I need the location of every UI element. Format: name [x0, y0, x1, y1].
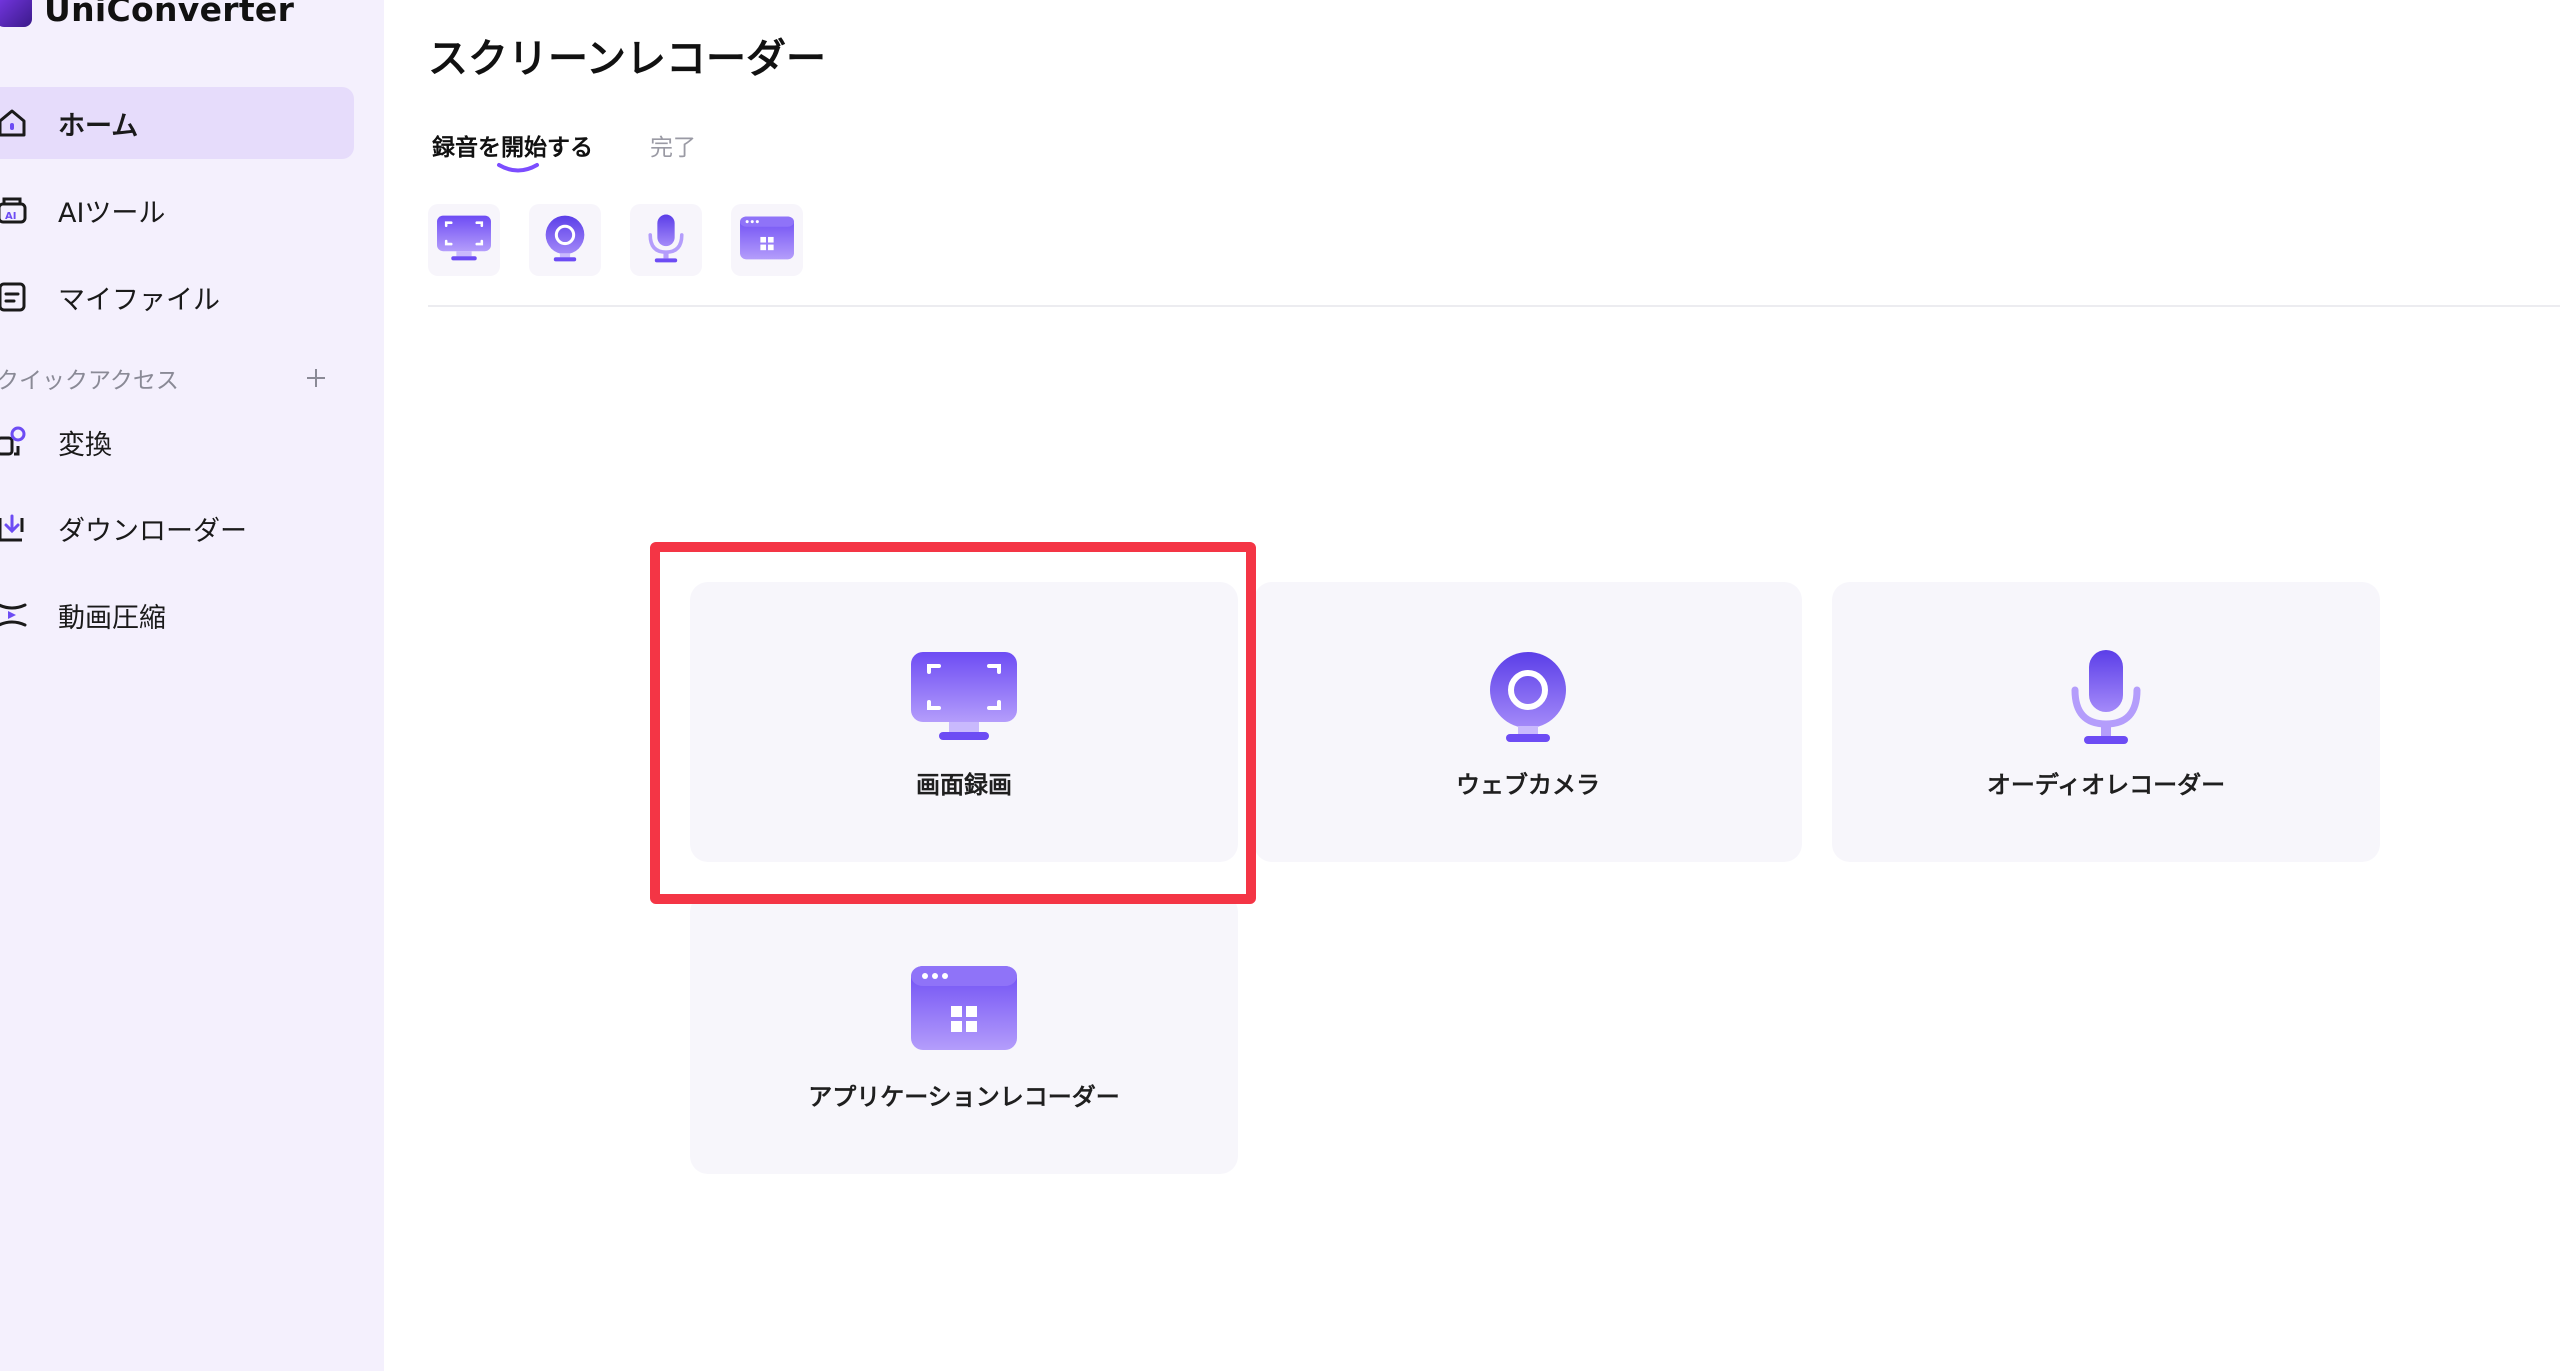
webcam-icon [1490, 652, 1566, 742]
webcam-card[interactable]: ウェブカメラ [1254, 582, 1802, 862]
app-window-icon [740, 216, 794, 260]
page-title: スクリーンレコーダー [428, 36, 826, 82]
audio-recorder-card[interactable]: オーディオレコーダー [1832, 582, 2380, 862]
app-logo-icon [0, 0, 32, 27]
sidebar-item-compress[interactable]: 動画圧縮 [0, 579, 354, 651]
card-label: アプリケーションレコーダー [808, 1083, 1120, 1111]
tab-start-recording[interactable]: 録音を開始する [432, 128, 593, 162]
webcam-icon [545, 215, 585, 262]
ai-tools-icon: AI [0, 197, 27, 224]
screen-record-icon [911, 652, 1017, 740]
app-recorder-card[interactable]: アプリケーションレコーダー [690, 894, 1238, 1174]
audio-recorder-shortcut-button[interactable] [630, 204, 702, 276]
app-window-icon [911, 966, 1017, 1050]
webcam-shortcut-button[interactable] [529, 204, 601, 276]
screen-record-shortcut-button[interactable] [428, 204, 500, 276]
downloader-icon [0, 514, 24, 542]
sidebar-item-label: AIツール [58, 197, 166, 229]
brand: UniConverter [0, 0, 294, 34]
quick-access-label: クイックアクセス [0, 368, 179, 394]
my-files-icon [0, 282, 26, 312]
main-content: スクリーンレコーダー 録音を開始する 完了 画面録画 ウェブカメラ オーディオレ… [384, 0, 2560, 1371]
active-tab-indicator [497, 163, 539, 173]
card-label: 画面録画 [916, 771, 1012, 799]
screen-record-icon [437, 215, 491, 261]
tab-completed[interactable]: 完了 [650, 128, 696, 162]
sidebar-item-my-files[interactable]: マイファイル [0, 261, 354, 333]
microphone-icon [2071, 650, 2141, 744]
toolbar-divider [428, 305, 2560, 307]
sidebar-item-home[interactable]: ホーム [0, 87, 354, 159]
sidebar-item-label: 変換 [58, 429, 112, 461]
app-window: UniConverter ホーム AI AIツール マイファイル クイックアクセ… [0, 0, 2560, 1371]
sidebar-item-label: マイファイル [58, 284, 220, 316]
sidebar-item-label: ダウンローダー [58, 515, 247, 547]
sidebar-item-ai-tools[interactable]: AI AIツール [0, 174, 354, 246]
quick-access-header: クイックアクセス [0, 358, 340, 398]
home-icon [0, 109, 26, 137]
convert-icon [0, 426, 26, 456]
card-label: オーディオレコーダー [1986, 771, 2226, 799]
card-label: ウェブカメラ [1456, 771, 1600, 799]
sidebar-item-label: 動画圧縮 [58, 602, 166, 634]
microphone-icon [648, 214, 684, 263]
sidebar-item-downloader[interactable]: ダウンローダー [0, 492, 354, 564]
sidebar-item-label: ホーム [58, 110, 139, 142]
sidebar-item-convert[interactable]: 変換 [0, 406, 354, 478]
compress-icon [0, 603, 27, 627]
svg-text:AI: AI [5, 211, 16, 222]
app-name: UniConverter [44, 0, 295, 29]
screen-record-card[interactable]: 画面録画 [690, 582, 1238, 862]
add-quick-access-icon[interactable] [304, 366, 328, 390]
sidebar: UniConverter ホーム AI AIツール マイファイル クイックアクセ… [0, 0, 384, 1371]
app-recorder-shortcut-button[interactable] [731, 204, 803, 276]
